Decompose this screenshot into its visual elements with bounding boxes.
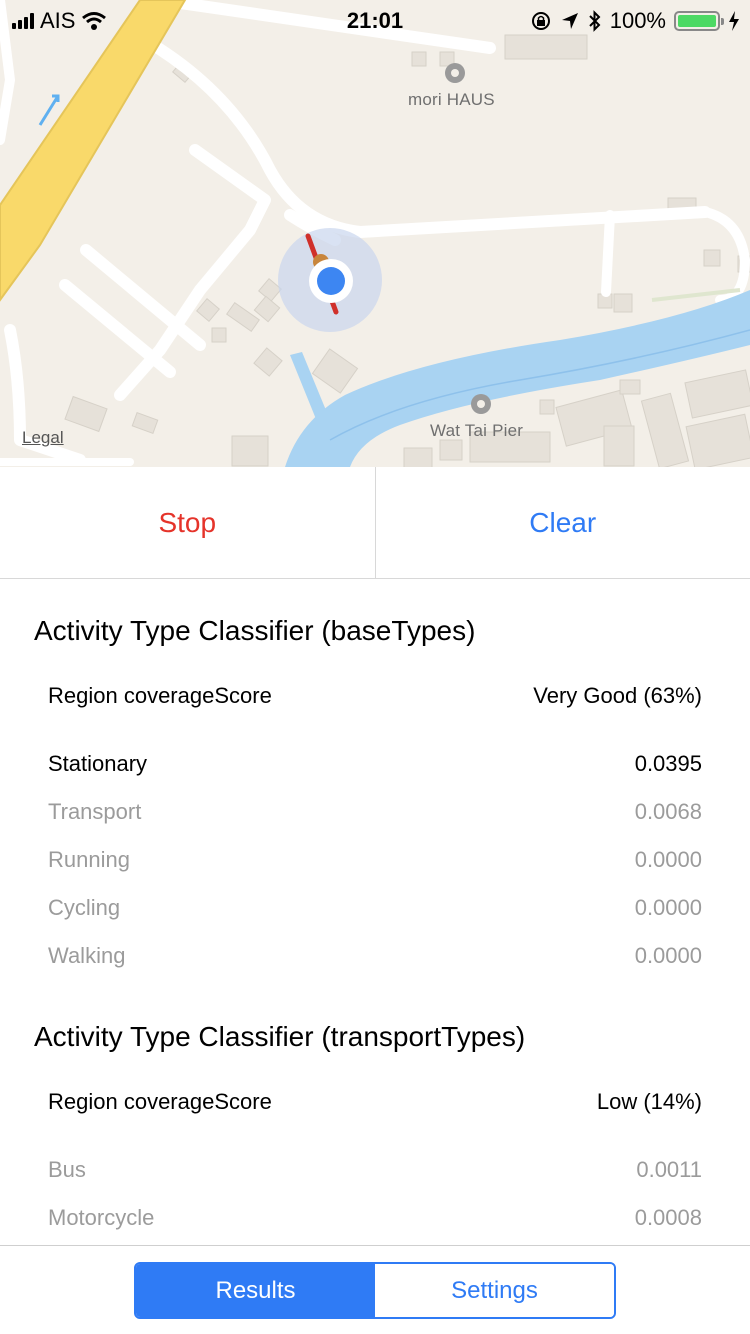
poi-pin-icon [445,63,465,83]
list-item: Stationary 0.0395 [48,744,702,784]
item-value: 0.0000 [634,847,702,872]
legal-link[interactable]: Legal [22,428,64,448]
list-item: Motorcycle 0.0008 [48,1198,702,1238]
battery-percent: 100% [609,8,666,33]
coverage-value: Very Good (63%) [533,683,702,708]
map-view[interactable]: mori HAUS Wat Tai Pier Legal [0,0,750,467]
coverage-row-base-types: Region coverageScore Very Good (63%) [48,676,702,716]
bottom-toolbar: Results Settings [0,1245,750,1334]
section-title-base-types: Activity Type Classifier (baseTypes) [34,615,476,646]
clear-button[interactable]: Clear [376,467,750,578]
bluetooth-icon [589,10,601,32]
stop-button[interactable]: Stop [0,467,376,578]
item-label: Transport [48,799,142,824]
action-bar: Stop Clear [0,467,750,579]
tab-settings[interactable]: Settings [375,1264,614,1317]
results-list[interactable]: Activity Type Classifier (baseTypes) Reg… [0,579,750,1245]
list-item: Walking 0.0000 [48,936,702,976]
view-segmented-control: Results Settings [134,1262,616,1319]
item-value: 0.0000 [634,943,702,968]
item-label: Stationary [48,751,148,776]
item-label: Walking [48,943,126,968]
item-value: 0.0008 [634,1205,702,1230]
item-label: Running [48,847,130,872]
item-label: Cycling [48,895,121,920]
coverage-value: Low (14%) [596,1089,702,1114]
item-value: 0.0068 [634,799,702,824]
rotation-lock-icon [531,12,550,30]
location-arrow-icon [561,13,578,29]
coverage-row-transport-types: Region coverageScore Low (14%) [48,1082,702,1122]
map-label-wat-tai-pier[interactable]: Wat Tai Pier [430,421,523,441]
item-label: Motorcycle [48,1205,155,1230]
map-graphic [0,0,750,467]
status-bar: AIS 21:01 100% [0,0,750,40]
charging-bolt-icon [729,11,739,31]
coverage-label: Region coverageScore [48,683,272,708]
list-item: Cycling 0.0000 [48,888,702,928]
item-value: 0.0395 [634,751,702,776]
list-item: Bus 0.0011 [48,1150,702,1190]
section-title-transport-types: Activity Type Classifier (transportTypes… [34,1021,526,1052]
item-label: Bus [48,1157,86,1182]
item-value: 0.0011 [636,1157,702,1182]
item-value: 0.0000 [634,895,702,920]
map-label-mori-haus[interactable]: mori HAUS [408,90,495,110]
battery-icon [674,11,724,31]
list-item: Transport 0.0068 [48,792,702,832]
list-item: Running 0.0000 [48,840,702,880]
tab-results[interactable]: Results [136,1264,375,1317]
coverage-label: Region coverageScore [48,1089,272,1114]
